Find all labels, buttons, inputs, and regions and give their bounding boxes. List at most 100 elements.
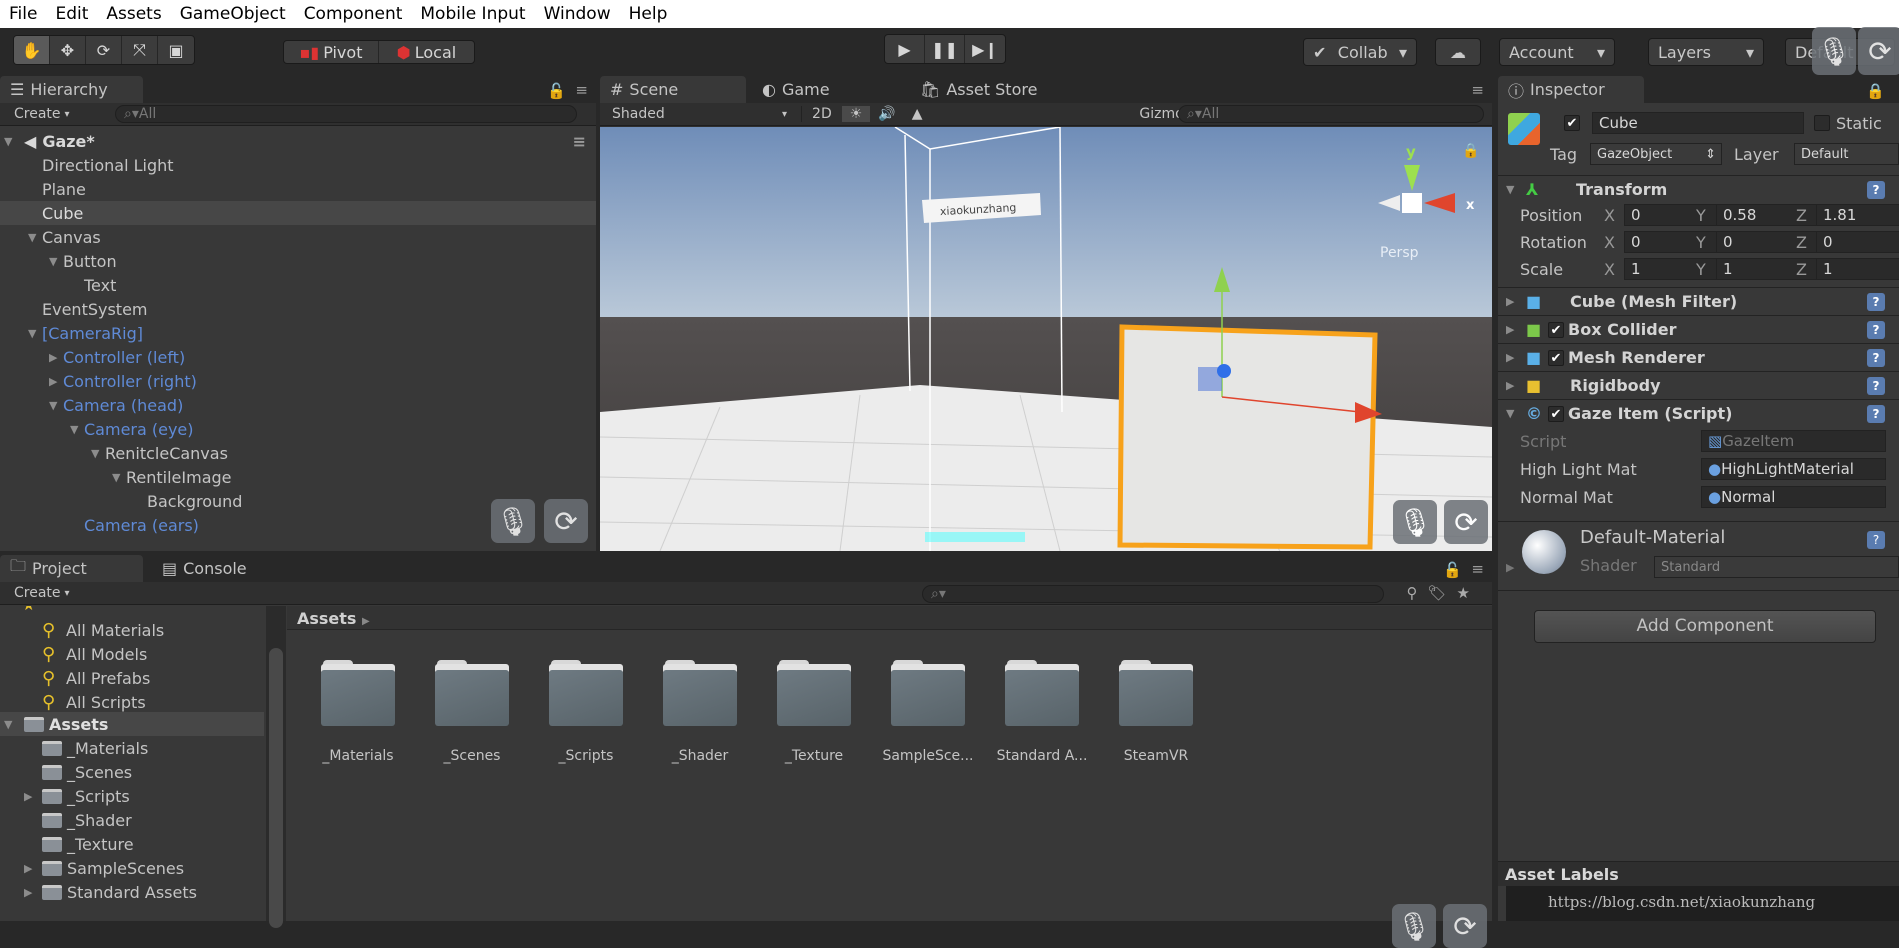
expand-arrow-icon[interactable]: ▶ <box>49 351 63 364</box>
gizmo-z-handle[interactable] <box>1217 364 1231 378</box>
help-icon[interactable]: ? <box>1867 348 1885 367</box>
help-icon[interactable]: ? <box>1867 292 1885 311</box>
tab-hierarchy[interactable]: ☰ Hierarchy <box>0 76 143 103</box>
scene-menu-icon[interactable]: ≡ <box>573 132 586 151</box>
create-dropdown[interactable]: Create <box>14 585 61 601</box>
collapse-arrow-icon[interactable]: ▼ <box>1506 183 1520 196</box>
shader-dropdown[interactable]: Standard <box>1654 556 1899 578</box>
hierarchy-item[interactable]: ▼ RentileImage <box>0 465 596 489</box>
refresh-button[interactable]: ⟳ <box>544 499 588 543</box>
lighting-toggle-icon[interactable]: ☀ <box>841 106 871 122</box>
hierarchy-item[interactable]: Cube <box>0 201 596 225</box>
selected-cube[interactable] <box>1117 324 1378 550</box>
component-enabled-checkbox[interactable]: ✔ <box>1548 349 1564 366</box>
transform-x-field[interactable]: 1 <box>1624 258 1728 280</box>
asset-folder[interactable]: _Shader <box>645 660 755 764</box>
rect-icon[interactable]: ▣ <box>158 36 194 64</box>
favorite-item[interactable]: ⚲ All Scripts <box>0 690 264 714</box>
help-icon[interactable]: ? <box>1867 180 1885 199</box>
step-icon[interactable]: ▶❙ <box>965 35 1005 63</box>
static-checkbox[interactable] <box>1814 115 1830 131</box>
assets-tree-item[interactable]: _Shader <box>0 808 264 832</box>
pause-icon[interactable]: ❚❚ <box>925 35 965 63</box>
hierarchy-item[interactable]: ▶ Controller (left) <box>0 345 596 369</box>
object-field[interactable]: ● Normal <box>1701 486 1886 508</box>
create-dropdown[interactable]: Create <box>14 106 61 122</box>
microphone-button[interactable]: 🎙 <box>491 499 535 543</box>
asset-folder[interactable]: SteamVR <box>1101 660 1211 764</box>
collapse-arrow-icon[interactable]: ▼ <box>1506 407 1520 420</box>
assets-tree-item[interactable]: ▶ SampleScenes <box>0 856 264 880</box>
component-header[interactable]: ▶ ■ ✔ Mesh Renderer? <box>1498 343 1899 371</box>
asset-folder[interactable]: _Materials <box>303 660 413 764</box>
help-icon[interactable]: ? <box>1867 376 1885 395</box>
hierarchy-item[interactable]: ▶ Controller (right) <box>0 369 596 393</box>
expand-arrow-icon[interactable]: ▶ <box>1506 295 1520 308</box>
expand-arrow-icon[interactable]: ▶ <box>24 862 38 875</box>
object-field[interactable]: ● HighLightMaterial <box>1701 458 1886 480</box>
local-button[interactable]: ⬢ Local <box>379 41 474 63</box>
asset-folder[interactable]: _Scenes <box>417 660 527 764</box>
tab-scene[interactable]: # Scene <box>600 76 746 103</box>
microphone-button[interactable]: 🎙 <box>1392 904 1436 948</box>
menu-help[interactable]: Help <box>620 4 677 24</box>
tab-console[interactable]: ▤ Console <box>152 555 257 582</box>
rotate-icon[interactable]: ⟳ <box>86 36 122 64</box>
panel-menu-icon[interactable]: ≡ <box>1471 560 1484 578</box>
microphone-button[interactable]: 🎙 <box>1393 500 1437 544</box>
help-icon[interactable]: ? <box>1867 320 1885 339</box>
transform-y-field[interactable]: 0 <box>1716 231 1824 253</box>
expand-arrow-icon[interactable]: ▶ <box>24 790 38 803</box>
menu-window[interactable]: Window <box>535 4 620 24</box>
tag-dropdown[interactable]: GazeObject ⇕ <box>1590 143 1722 165</box>
shading-dropdown[interactable]: Shaded <box>612 106 782 122</box>
transform-x-field[interactable]: 0 <box>1624 204 1728 226</box>
hierarchy-item[interactable]: ▼ Camera (head) <box>0 393 596 417</box>
name-field[interactable]: Cube <box>1592 112 1804 134</box>
menu-component[interactable]: Component <box>295 4 412 24</box>
menu-assets[interactable]: Assets <box>97 4 170 24</box>
hierarchy-item[interactable]: ▼ [CameraRig] <box>0 321 596 345</box>
lock-icon[interactable]: 🔒 <box>1866 82 1885 100</box>
expand-arrow-icon[interactable]: ▶ <box>49 375 63 388</box>
add-component-button[interactable]: Add Component <box>1534 610 1876 643</box>
refresh-button[interactable]: ⟳ <box>1444 500 1488 544</box>
collab-button[interactable]: ✔ Collab ▾ <box>1303 38 1417 66</box>
assets-tree-item[interactable]: _Texture <box>0 832 264 856</box>
expand-arrow-icon[interactable]: ▶ <box>1506 379 1520 392</box>
expand-arrow-icon[interactable]: ▼ <box>4 718 18 731</box>
lock-icon[interactable]: 🔓 <box>547 82 566 100</box>
active-checkbox[interactable]: ✔ <box>1564 115 1580 131</box>
transform-x-field[interactable]: 0 <box>1624 231 1728 253</box>
help-icon[interactable]: ? <box>1867 531 1885 549</box>
scale-icon[interactable]: ⤧ <box>122 36 158 64</box>
project-search-input[interactable]: ⌕▾ <box>922 585 1384 603</box>
component-enabled-checkbox[interactable]: ✔ <box>1548 405 1564 422</box>
hierarchy-item[interactable]: Plane <box>0 177 596 201</box>
assets-tree-item[interactable]: ▶ Standard Assets <box>0 880 264 904</box>
asset-folder[interactable]: Standard A... <box>987 660 1097 764</box>
expand-arrow-icon[interactable]: ▼ <box>49 399 63 412</box>
expand-arrow-icon[interactable]: ▶ <box>1506 351 1520 364</box>
transform-header[interactable]: ▼ ⅄ Transform ? <box>1498 175 1899 203</box>
microphone-button[interactable]: 🎙 <box>1812 27 1856 75</box>
layer-dropdown[interactable]: Default <box>1794 143 1899 165</box>
expand-arrow-icon[interactable]: ▼ <box>91 447 105 460</box>
play-icon[interactable]: ▶ <box>885 35 925 63</box>
hierarchy-item[interactable]: ▼ Camera (eye) <box>0 417 596 441</box>
expand-arrow-icon[interactable]: ▼ <box>49 255 63 268</box>
expand-arrow-icon[interactable]: ▼ <box>112 471 126 484</box>
move-icon[interactable]: ✥ <box>50 36 86 64</box>
expand-arrow-icon[interactable]: ▶ <box>1506 323 1520 336</box>
projection-label[interactable]: Persp <box>1380 245 1419 261</box>
component-header[interactable]: ▶ ■ Rigidbody? <box>1498 371 1899 399</box>
expand-arrow-icon[interactable]: ▼ <box>70 423 84 436</box>
favorite-item[interactable]: ⚲ All Models <box>0 642 264 666</box>
transform-y-field[interactable]: 0.58 <box>1716 204 1824 226</box>
tab-asset-store[interactable]: 🛍 Asset Store <box>910 76 1047 103</box>
hierarchy-item[interactable]: Directional Light <box>0 153 596 177</box>
favorite-item[interactable]: ⚲ All Prefabs <box>0 666 264 690</box>
scene-search-input[interactable]: ⌕▾ All <box>1178 105 1484 123</box>
project-tree-scrollbar[interactable] <box>266 606 286 928</box>
pivot-button[interactable]: ▪▮ Pivot <box>284 41 379 63</box>
